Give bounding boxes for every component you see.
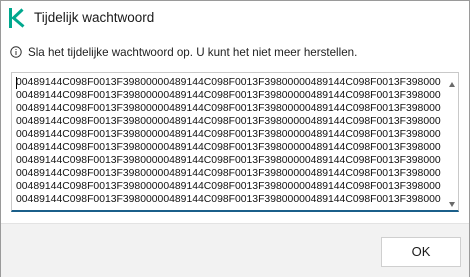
info-message: Sla het tijdelijke wachtwoord op. U kunt… bbox=[10, 44, 357, 60]
ok-button[interactable]: OK bbox=[381, 237, 461, 267]
temporary-password-value[interactable]: 00489144C098F0013F39800000489144C098F001… bbox=[16, 76, 444, 206]
info-text: Sla het tijdelijke wachtwoord op. U kunt… bbox=[28, 45, 358, 59]
dialog-title: Tijdelijk wachtwoord bbox=[34, 10, 155, 25]
dialog-window: Tijdelijk wachtwoord Sla het tijdelijke … bbox=[0, 0, 470, 277]
info-circle-icon bbox=[10, 46, 22, 58]
kaspersky-logo-icon bbox=[9, 8, 25, 28]
password-textbox[interactable]: 00489144C098F0013F39800000489144C098F001… bbox=[11, 72, 459, 212]
scroll-up-arrow-icon[interactable] bbox=[449, 82, 455, 87]
scroll-down-arrow-icon[interactable] bbox=[449, 202, 455, 207]
title-bar: Tijdelijk wachtwoord bbox=[1, 1, 469, 36]
vertical-scrollbar[interactable] bbox=[447, 74, 457, 209]
dialog-footer: OK bbox=[1, 223, 469, 277]
